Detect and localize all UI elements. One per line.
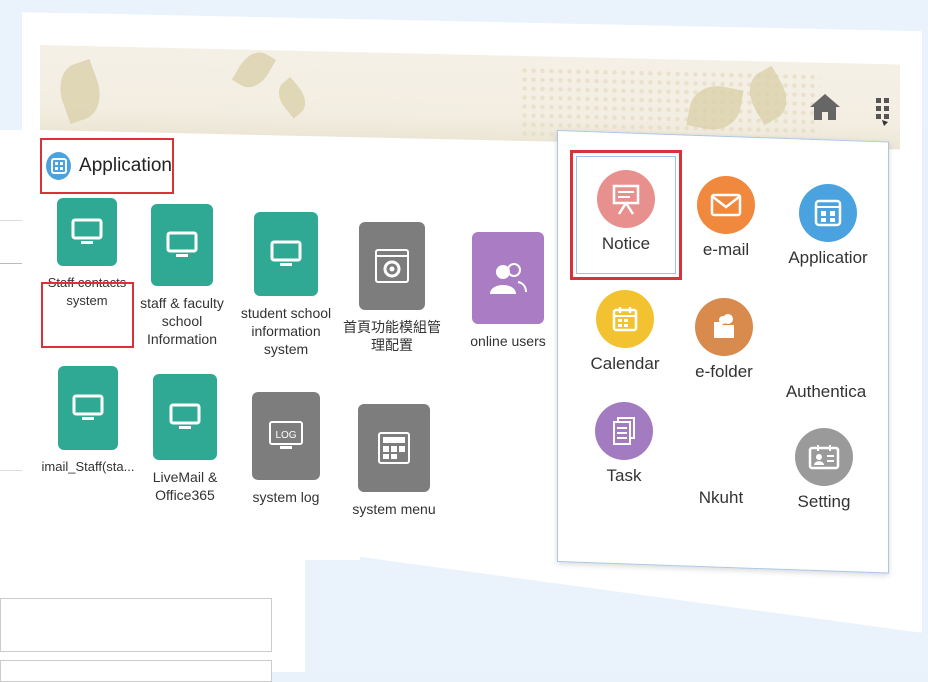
svg-text:LOG: LOG	[275, 430, 296, 441]
log-icon: LOG	[252, 392, 320, 480]
app-tile-system-log[interactable]: LOG system log	[240, 392, 332, 506]
application-section-title: Application	[40, 138, 174, 194]
monitor-icon	[153, 374, 217, 460]
app-label: LiveMail & Office365	[152, 469, 218, 503]
home-icon[interactable]	[808, 92, 842, 122]
launcher-item-calendar[interactable]: Calendar	[586, 290, 664, 374]
monitor-icon	[254, 212, 318, 296]
app-label: system menu	[352, 501, 436, 517]
leaf-decoration	[231, 45, 277, 95]
app-grid-icon	[799, 184, 857, 242]
background-input[interactable]	[0, 598, 272, 652]
launcher-item-setting[interactable]: Setting	[784, 428, 864, 512]
id-card-icon	[795, 428, 853, 486]
menu-grid-icon	[358, 404, 430, 492]
apps-grid-icon[interactable]	[874, 96, 892, 126]
selection-outline	[576, 156, 676, 274]
calendar-icon	[596, 290, 654, 348]
launcher-label: Authentica	[785, 382, 867, 401]
app-tile-online-users[interactable]: online users	[460, 232, 556, 350]
launcher-item-application[interactable]: Applicatior	[780, 184, 876, 268]
app-label: system log	[252, 489, 320, 505]
launcher-item-nkuht[interactable]: Nkuht	[684, 482, 758, 508]
app-label: imail_Staff(sta...	[41, 459, 135, 474]
launcher-label: Task	[606, 466, 642, 485]
launcher-item-efolder[interactable]: e-folder	[684, 298, 764, 382]
background-input[interactable]	[0, 660, 272, 682]
monitor-icon	[151, 204, 213, 286]
launcher-label: Setting	[797, 492, 851, 511]
app-tile-system-menu[interactable]: system menu	[346, 404, 442, 518]
highlight-box	[41, 282, 134, 348]
folder-cloud-icon	[695, 298, 753, 356]
app-label: student school information system	[240, 305, 332, 357]
launcher-item-email[interactable]: e-mail	[686, 176, 766, 260]
launcher-label: Applicatior	[788, 248, 868, 267]
gear-window-icon	[359, 222, 425, 310]
app-grid-icon	[46, 152, 72, 180]
app-tile-livemail[interactable]: LiveMail & Office365	[140, 374, 230, 514]
launcher-item-task[interactable]: Task	[586, 402, 662, 486]
launcher-label: e-folder	[695, 362, 753, 381]
app-label: staff & faculty school Information	[140, 295, 224, 347]
app-label: 首頁功能模組管理配置	[343, 319, 441, 353]
app-tile-homepage-config[interactable]: 首頁功能模組管理配置	[340, 222, 444, 354]
leaf-decoration	[271, 76, 313, 119]
document-icon	[595, 402, 653, 460]
leaf-decoration	[51, 58, 109, 124]
launcher-item-authentication[interactable]: Authentica	[776, 376, 876, 402]
app-tile-staff-faculty[interactable]: staff & faculty school Information	[136, 204, 228, 348]
app-tile-imail-staff[interactable]: imail_Staff(sta...	[40, 366, 136, 476]
app-label: online users	[470, 333, 546, 349]
users-icon	[472, 232, 544, 324]
launcher-label: Calendar	[590, 354, 660, 373]
app-tile-student-info[interactable]: student school information system	[236, 212, 336, 358]
launcher-label: Nkuht	[698, 488, 744, 507]
launcher-label: e-mail	[702, 240, 750, 259]
monitor-icon	[58, 366, 118, 450]
section-title-text: Application	[79, 155, 172, 176]
monitor-icon	[57, 198, 117, 266]
envelope-icon	[697, 176, 755, 234]
